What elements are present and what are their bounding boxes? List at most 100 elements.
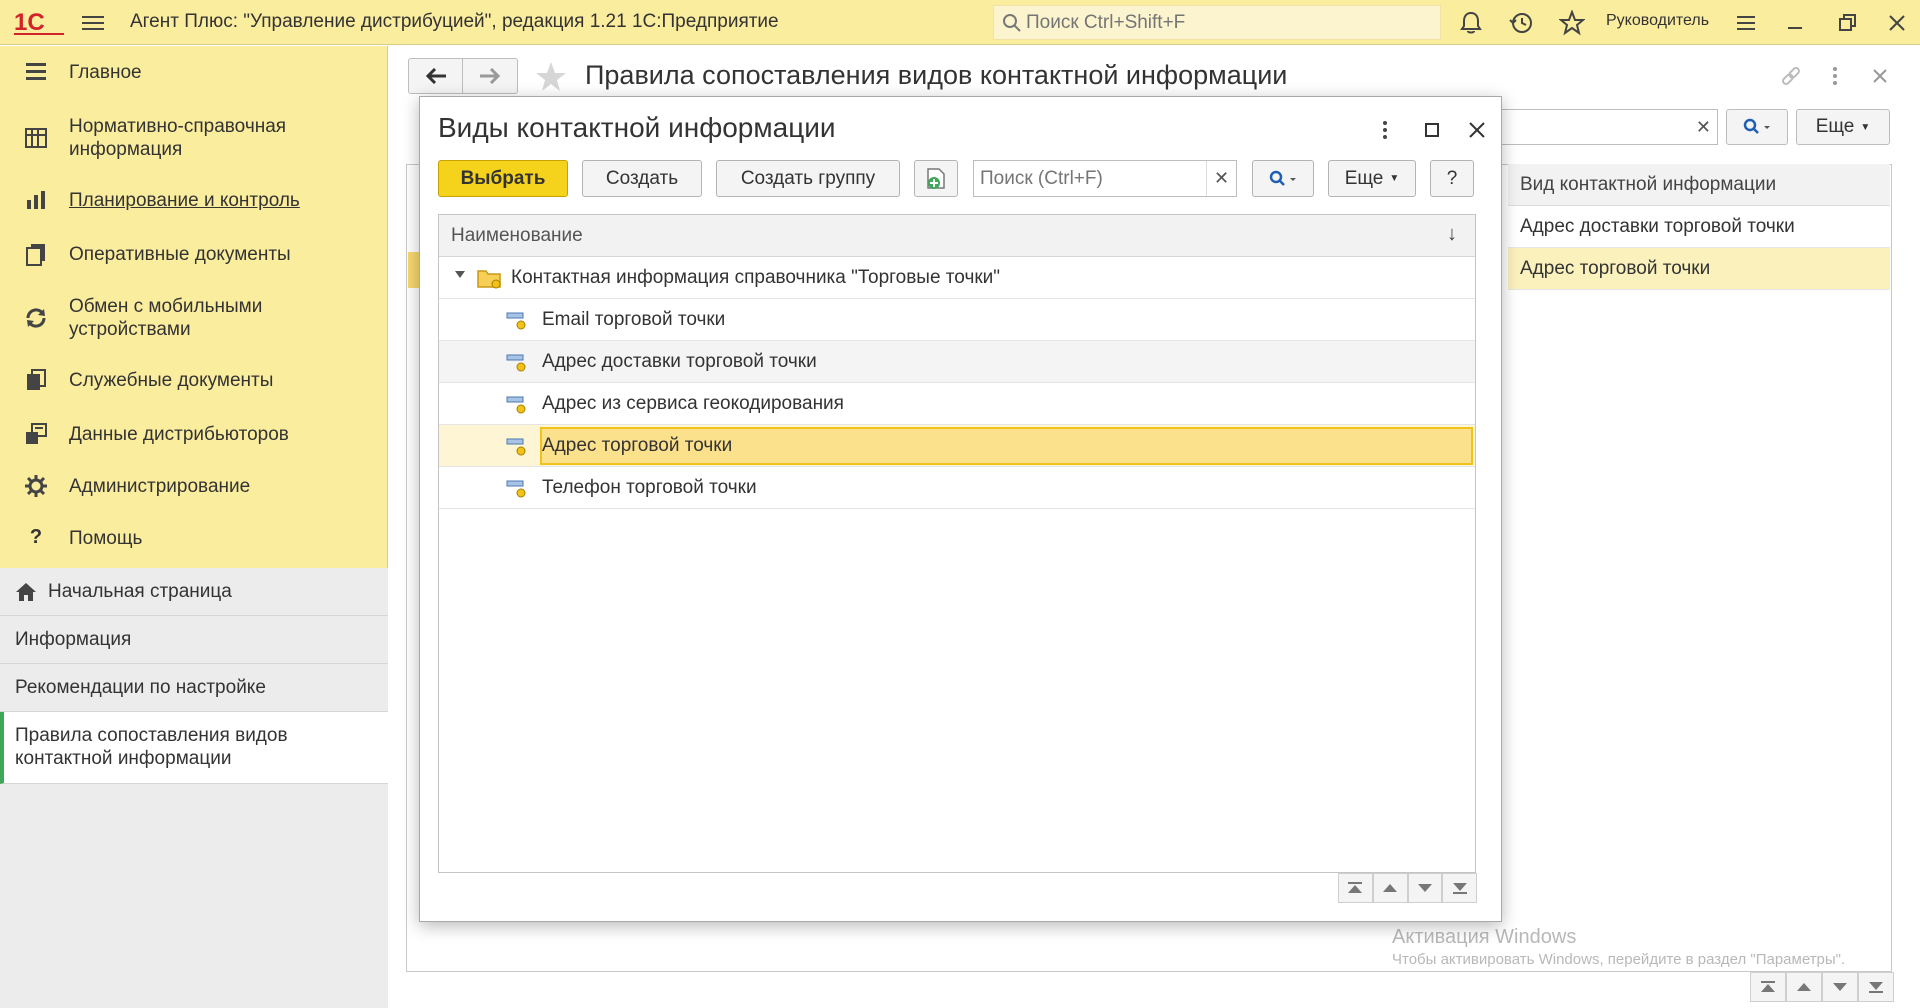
section-planning[interactable]: Планирование и контроль: [0, 188, 388, 218]
scroll-down-button[interactable]: [1407, 873, 1443, 903]
documents-icon: [26, 244, 45, 266]
dialog-search-input[interactable]: [980, 167, 1200, 191]
arrow-left-icon: [425, 68, 446, 84]
navigation-buttons: [408, 58, 518, 94]
rules-row-selected[interactable]: Адрес торговой точки: [1508, 248, 1890, 290]
main-menu-icon[interactable]: [82, 12, 104, 32]
open-page-matching-rules[interactable]: Правила сопоставления видов контактной и…: [0, 712, 388, 784]
close-icon[interactable]: [1464, 117, 1490, 143]
list-item-selected[interactable]: Адрес торговой точки: [439, 425, 1475, 467]
rules-column-header[interactable]: Вид контактной информации: [1508, 164, 1890, 206]
scroll-up-button[interactable]: [1372, 873, 1408, 903]
create-group-button[interactable]: Создать группу: [716, 160, 900, 197]
clear-search-icon[interactable]: ✕: [1696, 117, 1711, 138]
list-item[interactable]: Телефон торговой точки: [439, 467, 1475, 509]
windows-activation-watermark: Активация Windows Чтобы активировать Win…: [1392, 926, 1845, 968]
scroll-down-icon: [1417, 884, 1432, 892]
dialog-more-button[interactable]: Еще ▼: [1328, 160, 1416, 197]
section-service-docs[interactable]: Служебные документы: [0, 368, 388, 398]
settings-menu-icon[interactable]: [1733, 10, 1759, 36]
list-item[interactable]: Email торговой точки: [439, 299, 1475, 341]
close-form-icon[interactable]: [1868, 64, 1892, 88]
history-icon[interactable]: [1508, 10, 1534, 36]
user-name[interactable]: Руководитель: [1606, 12, 1709, 30]
scroll-down-button[interactable]: [1822, 972, 1858, 1002]
global-search-input[interactable]: [1026, 10, 1426, 36]
favorites-star-icon[interactable]: [1559, 10, 1585, 36]
more-vertical-icon[interactable]: [1823, 64, 1847, 88]
scroll-up-icon: [1383, 884, 1398, 892]
item-label: Адрес доставки торговой точки: [542, 351, 817, 372]
rules-row[interactable]: Адрес доставки торговой точки: [1508, 206, 1890, 248]
global-search[interactable]: [993, 5, 1441, 40]
open-page-info[interactable]: Информация: [0, 616, 388, 664]
section-operative-docs[interactable]: Оперативные документы: [0, 242, 388, 272]
bell-icon[interactable]: [1458, 10, 1484, 36]
forward-button[interactable]: [463, 59, 517, 93]
list-header[interactable]: Наименование ↓: [439, 215, 1475, 257]
section-main[interactable]: Главное: [0, 60, 388, 90]
scroll-last-button[interactable]: [1858, 972, 1894, 1002]
clear-search-icon[interactable]: ✕: [1206, 161, 1236, 196]
dialog-search-button[interactable]: [1252, 160, 1314, 197]
section-label: Данные дистрибьюторов: [69, 424, 289, 445]
maximize-icon[interactable]: [1419, 117, 1445, 143]
search-icon: [1003, 14, 1021, 32]
search-icon: [1743, 118, 1770, 134]
select-button[interactable]: Выбрать: [438, 160, 568, 197]
list-item[interactable]: Адрес из сервиса геокодирования: [439, 383, 1475, 425]
open-page-home[interactable]: Начальная страница: [0, 568, 388, 616]
scroll-first-button[interactable]: [1750, 972, 1786, 1002]
app-title: Агент Плюс: "Управление дистрибуцией", р…: [130, 11, 779, 32]
rules-search[interactable]: ✕: [1500, 109, 1718, 145]
more-vertical-icon[interactable]: [1372, 117, 1398, 143]
open-page-label: Рекомендации по настройке: [15, 677, 266, 698]
link-icon[interactable]: [1779, 64, 1803, 88]
section-administration[interactable]: Администрирование: [0, 474, 388, 504]
scroll-down-icon: [1833, 983, 1847, 991]
minimize-icon[interactable]: [1782, 10, 1808, 36]
more-label: Еще: [1815, 116, 1855, 137]
item-label: Адрес торговой точки: [542, 435, 733, 456]
add-favorite-star-icon[interactable]: [534, 60, 568, 94]
rules-scroll-buttons: [1750, 972, 1894, 1002]
restore-icon[interactable]: [1834, 10, 1860, 36]
app-logo[interactable]: 1С: [14, 8, 66, 36]
back-button[interactable]: [409, 59, 464, 93]
section-label: Служебные документы: [69, 370, 274, 391]
catalog-item-icon: [506, 312, 526, 330]
open-page-label: Правила сопоставления видов контактной и…: [15, 725, 288, 769]
section-help[interactable]: ? Помощь: [0, 526, 388, 556]
rules-search-button[interactable]: [1726, 109, 1788, 145]
create-button[interactable]: Создать: [582, 160, 702, 197]
scroll-top-icon: [1348, 882, 1363, 893]
column-name-header: Наименование: [451, 225, 583, 246]
sync-icon: [26, 308, 46, 328]
catalog-icon: [25, 128, 47, 148]
section-reference-info[interactable]: Нормативно-справочная информация: [0, 114, 388, 164]
help-button[interactable]: ?: [1430, 160, 1474, 197]
section-mobile-exchange[interactable]: Обмен с мобильными устройствами: [0, 294, 388, 344]
dialog-title: Виды контактной информации: [438, 112, 836, 143]
scroll-up-button[interactable]: [1786, 972, 1822, 1002]
expand-caret-icon[interactable]: [455, 271, 465, 278]
catalog-item-icon: [506, 396, 526, 414]
sort-arrow-icon[interactable]: ↓: [1447, 223, 1457, 246]
column-title: Вид контактной информации: [1520, 174, 1777, 195]
rules-more-button[interactable]: Еще ▼: [1796, 109, 1890, 145]
close-app-icon[interactable]: [1884, 10, 1910, 36]
section-distributor-data[interactable]: Данные дистрибьюторов: [0, 422, 388, 452]
dialog-search[interactable]: ✕: [973, 160, 1237, 197]
list-item[interactable]: Адрес доставки торговой точки: [439, 341, 1475, 383]
gear-icon: [25, 475, 47, 497]
scroll-last-button[interactable]: [1442, 873, 1477, 903]
watermark-title: Активация Windows: [1392, 926, 1577, 948]
open-page-recommendations[interactable]: Рекомендации по настройке: [0, 664, 388, 712]
group-label: Контактная информация справочника "Торго…: [511, 267, 1001, 288]
catalog-item-icon: [506, 438, 526, 456]
copy-button[interactable]: [914, 160, 958, 197]
scroll-bottom-icon: [1452, 883, 1467, 894]
group-row[interactable]: Контактная информация справочника "Торго…: [439, 257, 1475, 299]
scroll-first-button[interactable]: [1338, 873, 1373, 903]
sections-panel: Главное Нормативно-справочная информация…: [0, 46, 388, 1008]
